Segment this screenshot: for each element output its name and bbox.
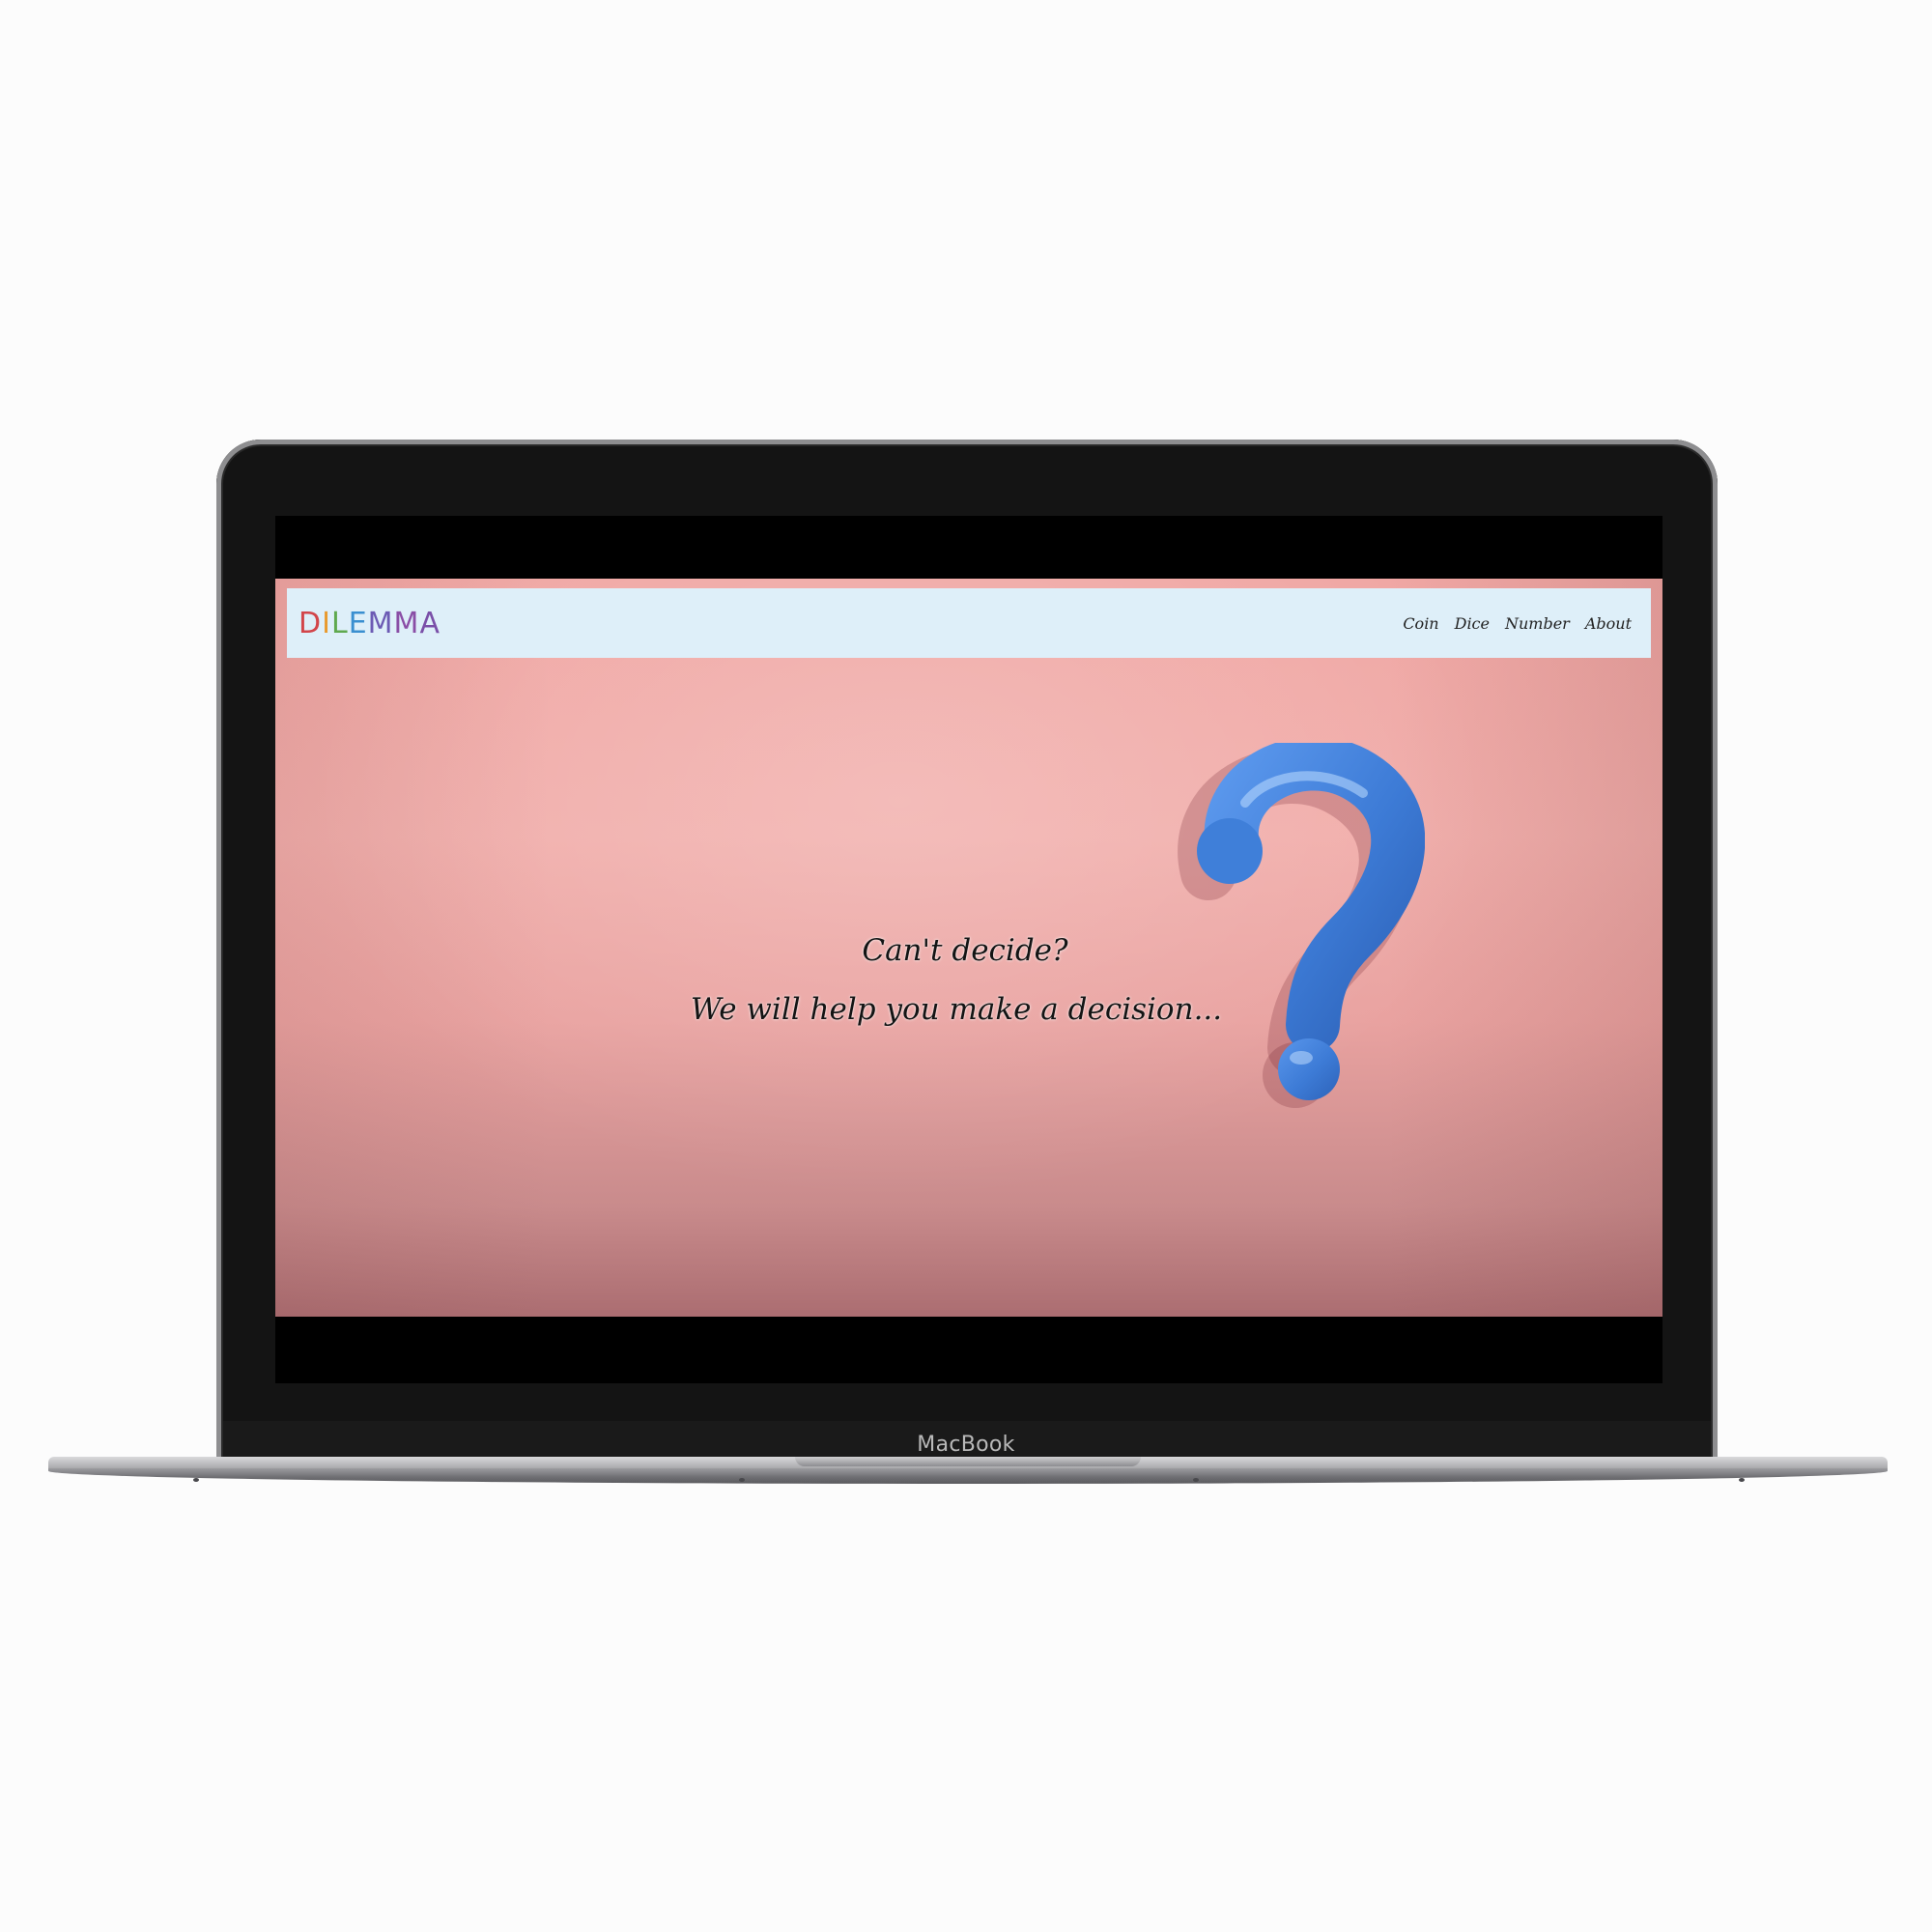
hero-heading: Can't decide? [862, 933, 1068, 968]
nav-link-coin[interactable]: Coin [1403, 614, 1438, 633]
logo-letter-l: L [330, 606, 349, 640]
base-foot [193, 1478, 199, 1482]
logo-letter-i: I [322, 606, 331, 640]
logo-letter-d: D [298, 606, 323, 640]
base-body [48, 1468, 1888, 1484]
logo-letter-a: A [419, 606, 440, 640]
logo-letter-m1: M [367, 606, 394, 640]
nav-link-number[interactable]: Number [1505, 614, 1570, 633]
hero-section: DILEMMA Coin Dice Number About Can't dec… [275, 579, 1662, 1317]
navbar: DILEMMA Coin Dice Number About [287, 588, 1651, 658]
site-logo[interactable]: DILEMMA [298, 607, 440, 640]
base-foot [739, 1478, 745, 1482]
nav-link-dice[interactable]: Dice [1455, 614, 1490, 633]
question-mark-icon [1174, 736, 1426, 1114]
question-mark-graphic [1178, 736, 1426, 1108]
nav-links: Coin Dice Number About [1403, 614, 1632, 633]
base-foot [1193, 1478, 1199, 1482]
logo-letter-m2: M [393, 606, 420, 640]
hero-subheading: We will help you make a decision... [690, 992, 1223, 1027]
logo-letter-e: E [348, 606, 368, 640]
laptop-screen: DILEMMA Coin Dice Number About Can't dec… [275, 516, 1662, 1383]
laptop-base [48, 1457, 1888, 1497]
nav-link-about[interactable]: About [1585, 614, 1632, 633]
macbook-label: MacBook [917, 1433, 1015, 1457]
lid-opening-notch [795, 1457, 1141, 1466]
base-foot [1739, 1478, 1745, 1482]
